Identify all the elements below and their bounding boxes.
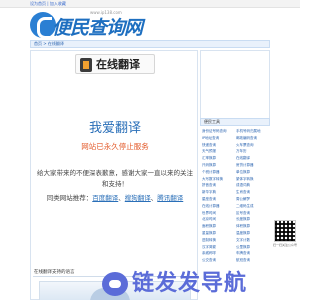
notice-heading: 我爱翻译 [88,121,141,136]
sidebar-tool-link[interactable]: 重量换算 [202,230,235,236]
sidebar-tool-link[interactable]: 新华字典 [202,189,235,195]
sidebar-tool-link[interactable]: 亲戚称呼 [202,250,235,256]
sidebar-tool-link[interactable]: 公交查询 [202,257,235,263]
sidebar-tool-row: 面积换算 体积换算 [200,223,270,230]
sidebar-tool-link[interactable]: 快递查询 [202,142,235,148]
notice-apology: 给大家带来的不便深表歉意，感谢大家一直以来的关注和支持！ [37,169,193,188]
sidebar-tool-row: 世界时间 区号查询 [200,210,270,217]
site-logo[interactable]: 便民查询网 www.ip138.com [30,10,143,39]
similar-sites: 同类网站推荐：百度翻译、搜狗翻译、腾讯翻译 [46,194,184,202]
sidebar-tool-link[interactable]: 公里换算 [236,244,269,250]
sidebar-tool-link[interactable]: 成语词典 [236,182,269,188]
sidebar-tool-row: 在线计算器 二维码生成 [200,203,270,210]
translate-icon [80,58,92,72]
sidebar-tool-link[interactable]: 体积换算 [236,223,269,229]
sidebar-tool-link[interactable]: IP地址查询 [202,135,235,141]
sidebar-tool-link[interactable]: 星座查询 [202,196,235,202]
site-link-sogou[interactable]: 搜狗翻译 [125,194,151,202]
shutdown-notice: 我爱翻译 网站已永久停止服务 给大家带来的不便深表歉意，感谢大家一直以来的关注和… [31,121,199,203]
sidebar-tool-link[interactable]: 面积换算 [202,223,235,229]
sidebar-tool-link[interactable]: 火车票查询 [236,142,269,148]
sidebar-tool-link[interactable]: 手机号码归属地 [236,128,269,134]
sidebar-panel-title: 便民工具 [200,118,270,126]
watermark-text: 链发发导航 [132,271,248,296]
sidebar-tool-link[interactable]: 汉字简繁 [202,244,235,250]
sidebar-tool-link[interactable]: 车牌查询 [236,250,269,256]
sidebar-tool-link[interactable]: 拼音查询 [202,182,235,188]
languages-section-label: 在线翻译支持的语言 [34,270,75,275]
sidebar-tool-link[interactable]: 繁体字转换 [236,176,269,182]
sidebar-tool-row: 新华字典 生肖查询 [200,189,270,196]
page-title: 在线翻译 [96,58,140,71]
page-title-box: 在线翻译 [75,54,155,74]
sidebar-tool-link[interactable]: 天气预报 [202,148,235,154]
sidebar-tool-link[interactable]: 尺码换算 [202,162,235,168]
sidebar-ad-panel [200,50,270,120]
qr-caption: 扫一扫关注公众号 [272,243,297,247]
breadcrumb: 首页 > 在线翻译 [30,40,270,48]
sidebar-tool-row: 公交查询 航班查询 [200,257,270,264]
sidebar-panel-title-text: 便民工具 [204,119,220,124]
sidebar-tool-row: 拼音查询 成语词典 [200,182,270,189]
top-links[interactable]: 设为首页 | 加入收藏 [30,0,66,8]
sidebar-tool-link[interactable]: 万年历 [236,148,269,154]
sidebar-tool-row: 大写数字转换 繁体字转换 [200,176,270,183]
sidebar-tool-link[interactable]: 温度换算 [236,230,269,236]
qr-code [274,220,296,242]
sidebar-tool-link[interactable]: 身份证号码查询 [202,128,235,134]
sidebar-tool-row: IP地址查询 邮政编码查询 [200,135,270,142]
top-bar: 设为首页 | 加入收藏 [0,0,300,8]
sidebar-tool-link[interactable]: 二维码生成 [236,203,269,209]
sidebar-tool-link[interactable]: 航班查询 [236,257,269,263]
sidebar-tool-link[interactable]: 房贷计算器 [236,162,269,168]
sidebar-tool-link[interactable]: 在线翻译 [236,155,269,161]
sidebar-tool-row: 尺码换算 房贷计算器 [200,162,270,169]
sidebar-tool-link[interactable]: 北京时间 [202,216,235,222]
sidebar-tool-row: 亲戚称呼 车牌查询 [200,250,270,257]
sidebar: 便民工具 身份证号码查询 手机号码归属地 IP地址查询 邮政编码查询 快递查询 火车票查询… [200,50,270,290]
notice-stopped: 网站已永久停止服务 [81,142,149,151]
sidebar-tool-link[interactable]: 在线计算器 [202,203,235,209]
sidebar-tool-link[interactable]: 周公解梦 [236,196,269,202]
sidebar-tool-link[interactable]: 单位换算 [236,169,269,175]
sidebar-tool-link[interactable]: 长度换算 [236,216,269,222]
sidebar-tool-row: 个税计算器 单位换算 [200,169,270,176]
sidebar-tool-link[interactable]: 汇率换算 [202,155,235,161]
sidebar-tool-link[interactable]: 个税计算器 [202,169,235,175]
logo-subtext: www.ip138.com [90,10,122,15]
site-link-baidu[interactable]: 百度翻译 [92,194,118,202]
breadcrumb-text[interactable]: 首页 > 在线翻译 [34,41,64,47]
logo-text: 便民查询网 [52,17,143,39]
sidebar-tool-row: 北京时间 长度换算 [200,216,270,223]
qr-area: 扫一扫关注公众号 [272,220,298,250]
sidebar-tool-row: 快递查询 火车票查询 [200,142,270,149]
main-content: 在线翻译 我爱翻译 网站已永久停止服务 给大家带来的不便深表歉意，感谢大家一直以… [30,50,198,300]
site-link-tencent[interactable]: 腾讯翻译 [157,194,183,202]
sidebar-tool-link[interactable]: 文字计数 [236,237,269,243]
sidebar-tool-row: 汉字简繁 公里换算 [200,244,270,251]
similar-sites-label: 同类网站推荐： [46,194,93,202]
sidebar-tool-list: 身份证号码查询 手机号码归属地 IP地址查询 邮政编码查询 快递查询 火车票查询 天气预报万… [200,128,270,264]
sidebar-tool-row: 天气预报 万年历 [200,148,270,155]
sidebar-tool-row: 进制转换 文字计数 [200,237,270,244]
sidebar-tool-link[interactable]: 进制转换 [202,237,235,243]
sidebar-tool-link[interactable]: 世界时间 [202,210,235,216]
sidebar-tool-link[interactable]: 区号查询 [236,210,269,216]
sidebar-tool-link[interactable]: 大写数字转换 [202,176,235,182]
sidebar-tool-link[interactable]: 生肖查询 [236,189,269,195]
watermark-logo-icon [102,272,128,296]
sidebar-tool-row: 汇率换算 在线翻译 [200,155,270,162]
watermark: 链发发导航 [100,268,300,300]
sidebar-tool-link[interactable]: 邮政编码查询 [236,135,269,141]
sidebar-tool-row: 星座查询 周公解梦 [200,196,270,203]
sidebar-tool-row: 重量换算 温度换算 [200,230,270,237]
sidebar-tool-row: 身份证号码查询 手机号码归属地 [200,128,270,135]
